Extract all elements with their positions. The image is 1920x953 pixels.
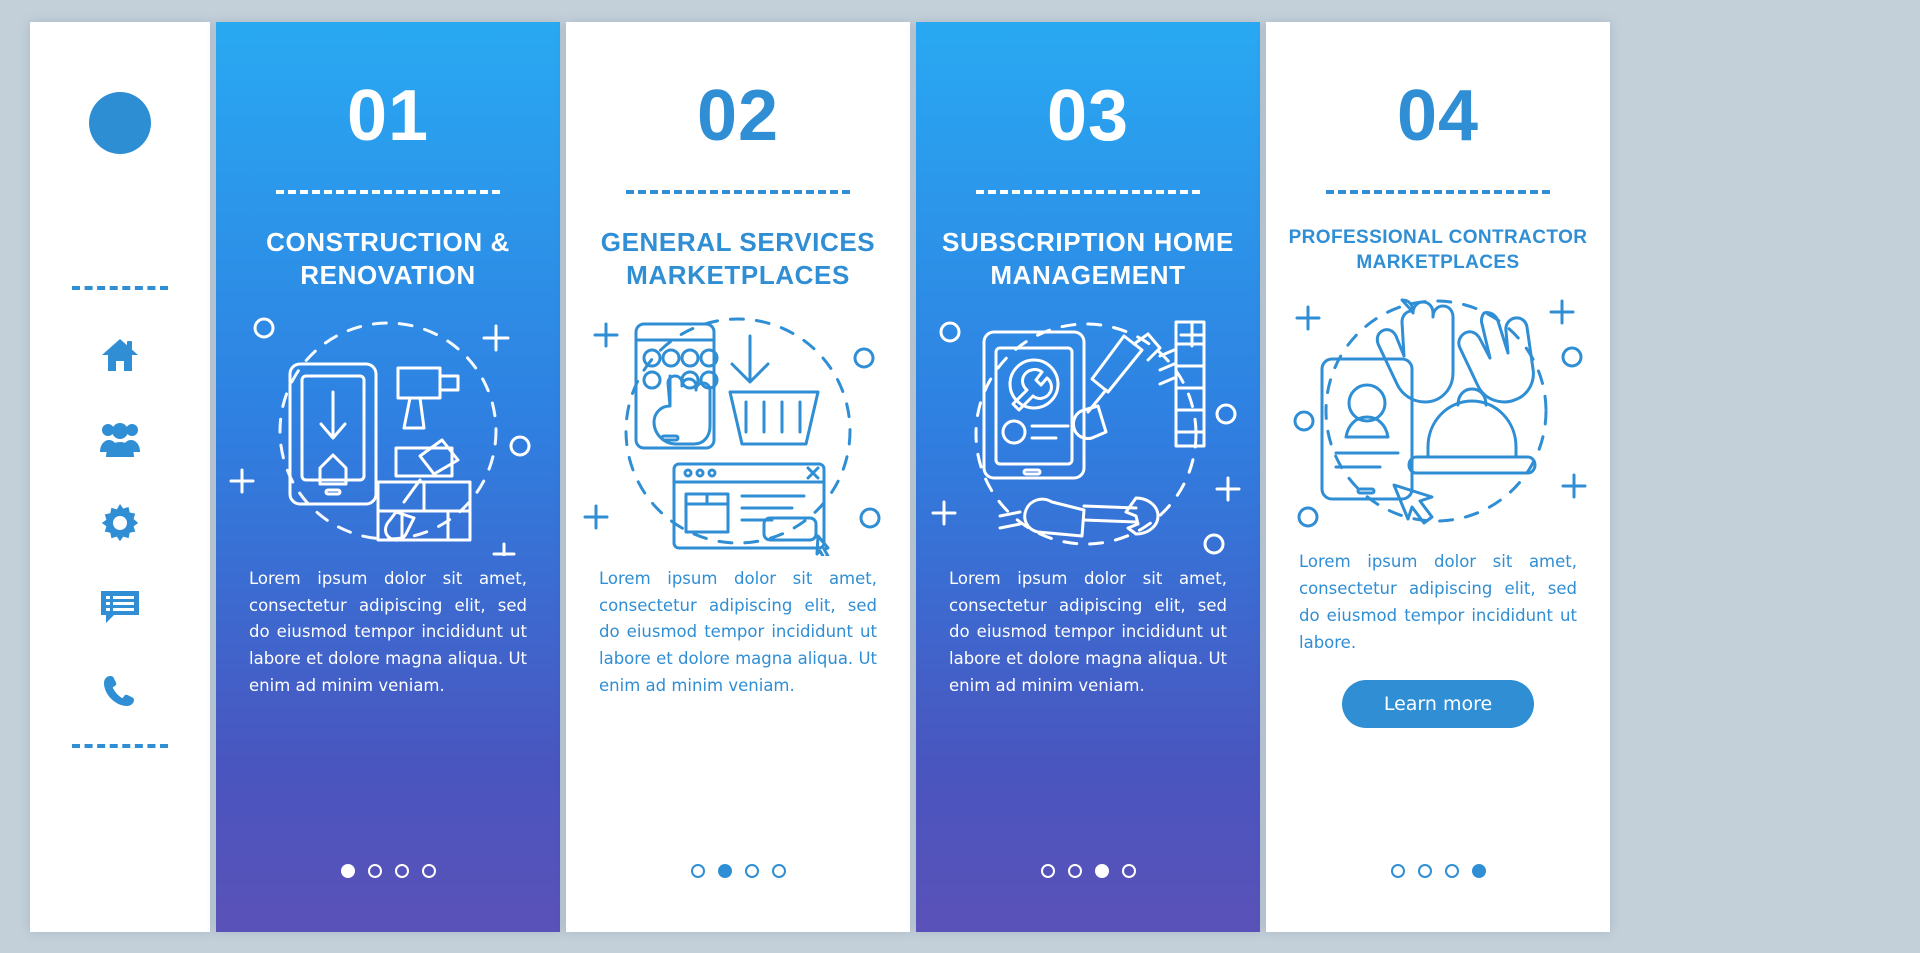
pagination-dot[interactable] <box>1471 864 1486 878</box>
card-body-text: Lorem ipsum dolor sit amet, consectetur … <box>1299 552 1577 652</box>
pagination-dots <box>566 864 910 878</box>
pagination-dot[interactable] <box>1040 864 1055 878</box>
card-divider <box>276 190 500 194</box>
onboarding-card-04[interactable]: 04 PROFESSIONAL CONTRACTOR MARKETPLACES <box>1266 22 1610 932</box>
card-divider <box>1326 190 1550 194</box>
pagination-dots <box>1266 864 1610 878</box>
card-number: 01 <box>346 76 430 156</box>
onboarding-screens-stage: 01 CONSTRUCTION & RENOVATION Lorem ipsum… <box>0 0 1920 953</box>
illustration-phone-basket-browser-pay <box>578 306 898 557</box>
card-body-text: Lorem ipsum dolor sit amet, consectetur … <box>249 569 527 695</box>
illustration-phone-hammer-wrench <box>928 306 1248 556</box>
pagination-dot[interactable] <box>1121 864 1136 878</box>
card-body-text: Lorem ipsum dolor sit amet, consectetur … <box>949 569 1227 695</box>
card-title: SUBSCRIPTION HOME MANAGEMENT <box>942 227 1234 291</box>
card-title: GENERAL SERVICES MARKETPLACES <box>600 227 876 291</box>
onboarding-card-02[interactable]: 02 GENERAL SERVICES MARKETPLACES Lorem i… <box>566 22 910 932</box>
card-divider <box>976 190 1200 194</box>
card-title: CONSTRUCTION & RENOVATION <box>266 227 510 291</box>
card-number: 04 <box>1396 76 1480 156</box>
pagination-dot[interactable] <box>771 864 786 878</box>
sidebar-divider-top <box>72 286 168 290</box>
pagination-dots <box>916 864 1260 878</box>
logo-circle-icon[interactable] <box>89 92 151 154</box>
phone-icon[interactable] <box>97 668 143 714</box>
card-divider <box>626 190 850 194</box>
pagination-dot[interactable] <box>1444 864 1459 878</box>
illustration-gloves-helmet-profile <box>1278 289 1598 539</box>
sidebar-nav-panel <box>30 22 210 932</box>
pagination-dot[interactable] <box>744 864 759 878</box>
pagination-dot[interactable] <box>1067 864 1082 878</box>
illustration-drill-phone-trowel-bricks <box>228 306 548 557</box>
home-icon[interactable] <box>97 332 143 378</box>
chat-list-icon[interactable] <box>97 584 143 630</box>
pagination-dot[interactable] <box>690 864 705 878</box>
panels-row: 01 CONSTRUCTION & RENOVATION Lorem ipsum… <box>30 22 1610 932</box>
pagination-dot[interactable] <box>1417 864 1432 878</box>
sidebar-icon-list <box>97 332 143 714</box>
sidebar-divider-bottom <box>72 744 168 748</box>
pagination-dot[interactable] <box>1390 864 1405 878</box>
pagination-dot[interactable] <box>367 864 382 878</box>
onboarding-card-03[interactable]: 03 SUBSCRIPTION HOME MANAGEMENT Lorem ip… <box>916 22 1260 932</box>
people-group-icon[interactable] <box>97 416 143 462</box>
learn-more-button[interactable]: Learn more <box>1341 680 1535 729</box>
card-title: PROFESSIONAL CONTRACTOR MARKETPLACES <box>1288 227 1588 273</box>
pagination-dot[interactable] <box>717 864 732 878</box>
pagination-dot[interactable] <box>340 864 355 878</box>
gear-icon[interactable] <box>97 500 143 546</box>
onboarding-card-01[interactable]: 01 CONSTRUCTION & RENOVATION Lorem ipsum… <box>216 22 560 932</box>
pagination-dot[interactable] <box>394 864 409 878</box>
pagination-dot[interactable] <box>421 864 436 878</box>
pagination-dot[interactable] <box>1094 864 1109 878</box>
card-body-text: Lorem ipsum dolor sit amet, consectetur … <box>599 569 877 695</box>
card-number: 02 <box>696 76 780 156</box>
card-number: 03 <box>1046 76 1130 156</box>
pagination-dots <box>216 864 560 878</box>
